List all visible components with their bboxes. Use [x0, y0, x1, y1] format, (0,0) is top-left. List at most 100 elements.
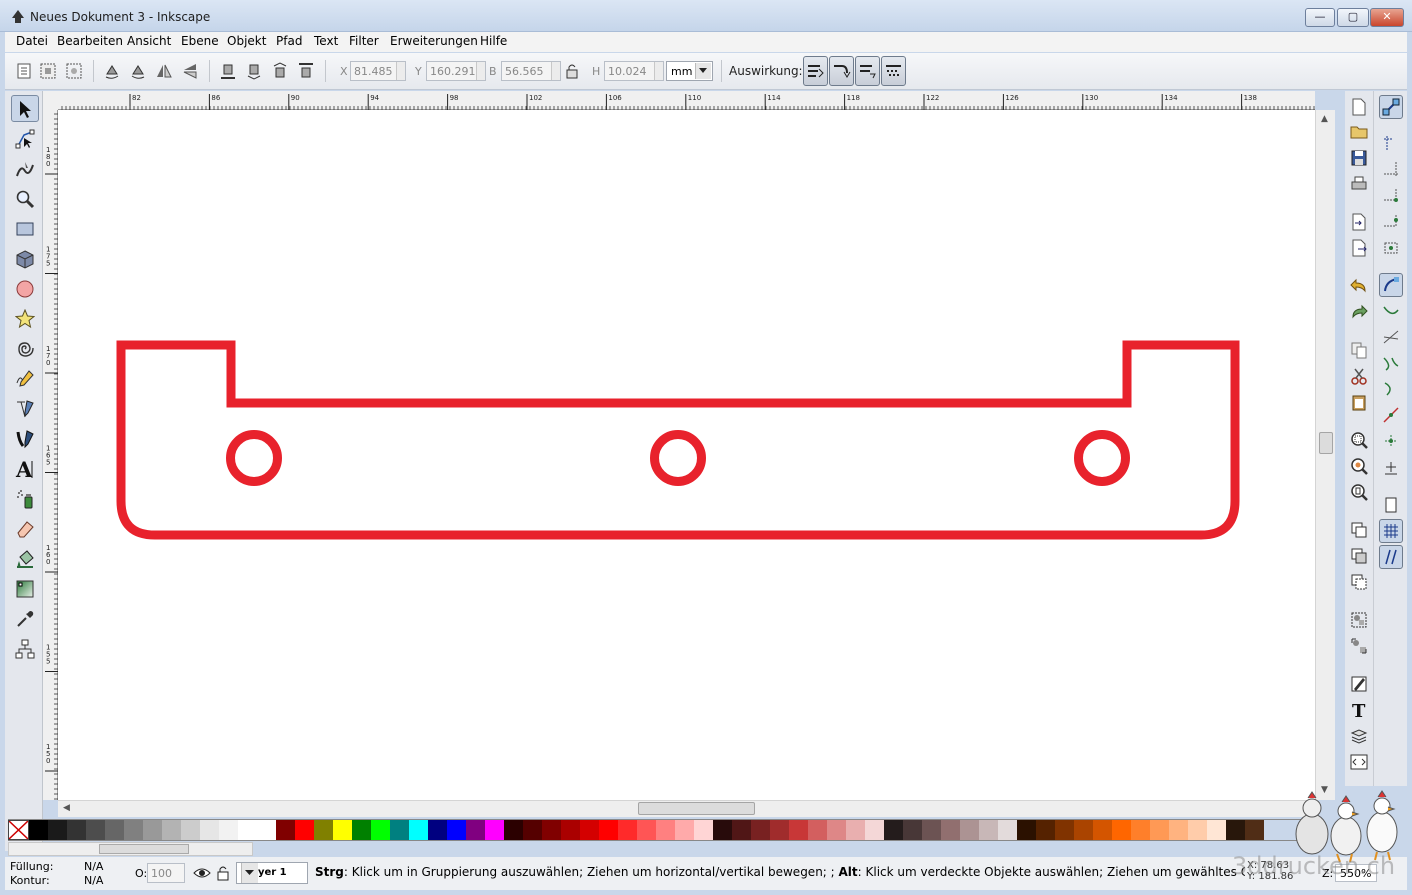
- color-swatch[interactable]: [409, 820, 428, 840]
- color-swatch[interactable]: [390, 820, 409, 840]
- unit-select[interactable]: mm: [666, 61, 713, 81]
- fill-stroke-icon[interactable]: [1350, 675, 1368, 693]
- color-swatch[interactable]: [162, 820, 181, 840]
- color-swatch[interactable]: [618, 820, 637, 840]
- color-swatch[interactable]: [1226, 820, 1245, 840]
- vertical-scrollbar[interactable]: ▲ ▼: [1315, 110, 1335, 800]
- color-swatch[interactable]: [257, 820, 276, 840]
- snap-intersections-toggle[interactable]: [1379, 325, 1403, 349]
- pen-tool[interactable]: [11, 395, 39, 422]
- ellipse-tool[interactable]: [11, 275, 39, 302]
- drawing-canvas[interactable]: [58, 110, 1315, 800]
- menu-bearbeiten[interactable]: Bearbeiten: [57, 34, 123, 48]
- color-swatch[interactable]: [1169, 820, 1188, 840]
- stroke-value[interactable]: N/A: [84, 874, 103, 887]
- color-swatch[interactable]: [504, 820, 523, 840]
- color-swatch[interactable]: [219, 820, 238, 840]
- move-gradient-toggle[interactable]: [855, 56, 880, 86]
- color-swatch[interactable]: [1131, 820, 1150, 840]
- snap-nodes-toggle[interactable]: [1379, 273, 1403, 297]
- color-swatch[interactable]: [200, 820, 219, 840]
- 3d-box-tool[interactable]: [11, 245, 39, 272]
- scroll-up-icon[interactable]: ▲: [1321, 114, 1328, 124]
- color-swatch[interactable]: [561, 820, 580, 840]
- snap-bbox-centers-toggle[interactable]: [1379, 235, 1403, 259]
- color-swatch[interactable]: [827, 820, 846, 840]
- color-swatch[interactable]: [1245, 820, 1264, 840]
- color-swatch[interactable]: [447, 820, 466, 840]
- color-swatch[interactable]: [86, 820, 105, 840]
- color-swatch[interactable]: [656, 820, 675, 840]
- color-swatch[interactable]: [314, 820, 333, 840]
- dropper-tool[interactable]: [11, 605, 39, 632]
- fill-value[interactable]: N/A: [84, 860, 103, 873]
- color-swatch[interactable]: [276, 820, 295, 840]
- color-swatch[interactable]: [580, 820, 599, 840]
- color-swatch[interactable]: [485, 820, 504, 840]
- spray-tool[interactable]: [11, 485, 39, 512]
- snap-line-midpoints-toggle[interactable]: [1379, 403, 1403, 427]
- scale-stroke-toggle[interactable]: [803, 56, 828, 86]
- text-tool[interactable]: A: [11, 455, 39, 482]
- eye-visibility-icon[interactable]: [193, 864, 211, 882]
- x-input[interactable]: 81.485: [350, 61, 406, 81]
- group-icon[interactable]: [1350, 611, 1368, 629]
- color-swatch[interactable]: [675, 820, 694, 840]
- zoom-drawing-icon[interactable]: [1350, 457, 1368, 475]
- color-swatch[interactable]: [105, 820, 124, 840]
- color-swatch[interactable]: [903, 820, 922, 840]
- color-swatch[interactable]: [371, 820, 390, 840]
- color-swatch[interactable]: [1017, 820, 1036, 840]
- mounting-hole-center[interactable]: [650, 430, 706, 486]
- snap-paths-toggle[interactable]: [1379, 299, 1403, 323]
- snap-cusp-nodes-toggle[interactable]: [1379, 351, 1403, 375]
- xml-editor-icon[interactable]: [1350, 753, 1368, 771]
- color-swatch[interactable]: [751, 820, 770, 840]
- lock-icon[interactable]: [563, 62, 581, 80]
- color-swatch[interactable]: [770, 820, 789, 840]
- snap-object-centers-toggle[interactable]: [1379, 429, 1403, 453]
- color-swatch[interactable]: [295, 820, 314, 840]
- color-swatch[interactable]: [846, 820, 865, 840]
- color-swatch[interactable]: [1093, 820, 1112, 840]
- open-folder-icon[interactable]: [1350, 123, 1368, 141]
- color-swatch[interactable]: [29, 820, 48, 840]
- snap-enable-toggle[interactable]: [1379, 95, 1403, 119]
- color-swatch[interactable]: [998, 820, 1017, 840]
- x-spinner[interactable]: [396, 62, 405, 80]
- color-swatch[interactable]: [124, 820, 143, 840]
- zoom-page-icon[interactable]: [1350, 483, 1368, 501]
- snap-bbox-edges-toggle[interactable]: [1379, 157, 1403, 181]
- unlink-clone-icon[interactable]: [1350, 573, 1368, 591]
- snap-grids-toggle[interactable]: [1379, 519, 1403, 543]
- zoom-tool[interactable]: [11, 185, 39, 212]
- color-swatch[interactable]: [523, 820, 542, 840]
- color-swatch[interactable]: [1207, 820, 1226, 840]
- color-swatch[interactable]: [922, 820, 941, 840]
- color-swatch[interactable]: [1074, 820, 1093, 840]
- color-swatch[interactable]: [428, 820, 447, 840]
- color-swatch[interactable]: [732, 820, 751, 840]
- raise-icon[interactable]: [271, 62, 289, 80]
- snap-rotation-centers-toggle[interactable]: [1379, 455, 1403, 479]
- lock-layer-icon[interactable]: [215, 864, 231, 882]
- snap-bbox-toggle[interactable]: [1379, 131, 1403, 155]
- palette-scrollbar[interactable]: [8, 842, 253, 856]
- color-swatch[interactable]: [238, 820, 257, 840]
- menu-hilfe[interactable]: Hilfe: [480, 34, 507, 48]
- color-swatch[interactable]: [1036, 820, 1055, 840]
- snap-smooth-nodes-toggle[interactable]: [1379, 377, 1403, 401]
- zoom-selection-icon[interactable]: [1350, 431, 1368, 449]
- raise-to-top-icon[interactable]: [297, 62, 315, 80]
- menu-ebene[interactable]: Ebene: [181, 34, 219, 48]
- save-icon[interactable]: [1350, 149, 1368, 167]
- opacity-input[interactable]: 100: [147, 863, 185, 883]
- horizontal-scrollbar[interactable]: ◀: [58, 800, 1315, 817]
- move-pattern-toggle[interactable]: [881, 56, 906, 86]
- color-swatch[interactable]: [599, 820, 618, 840]
- width-spinner[interactable]: [551, 62, 560, 80]
- color-swatch[interactable]: [542, 820, 561, 840]
- color-swatch[interactable]: [713, 820, 732, 840]
- deselect-icon[interactable]: [65, 62, 83, 80]
- scale-radius-toggle[interactable]: [829, 56, 854, 86]
